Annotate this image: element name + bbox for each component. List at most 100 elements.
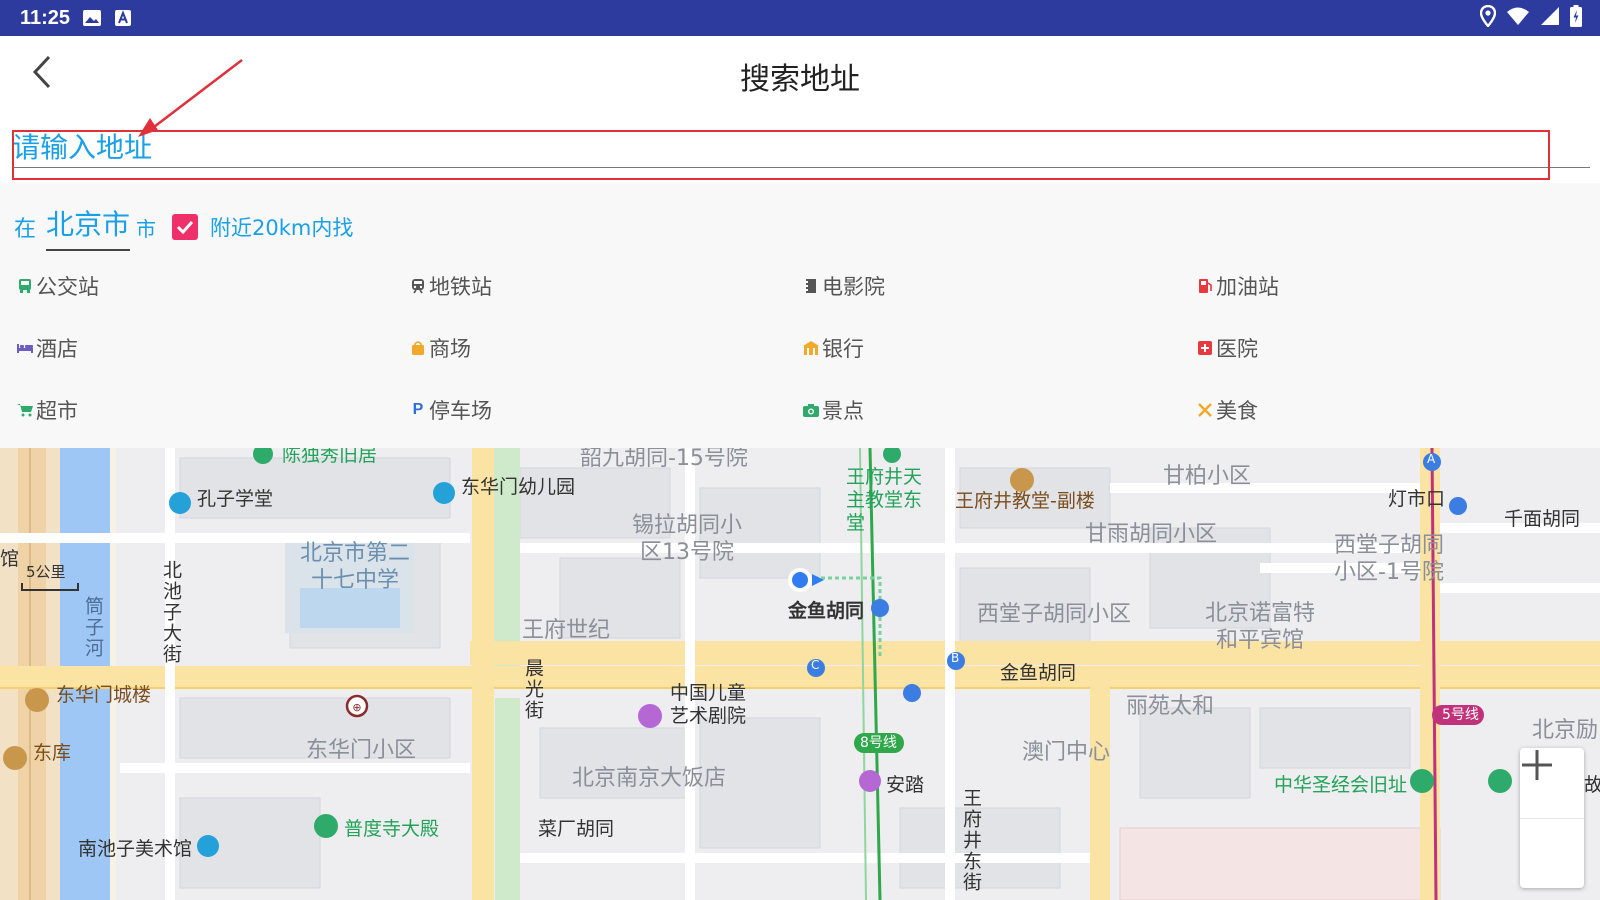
search-filter-panel: 在 北京市 市 附近20km内找 公交站 地铁站 电影院 加油站 酒店 商场 银… <box>0 183 1600 448</box>
nearby-label: 附近20km内找 <box>210 216 354 240</box>
map-label: 丽苑太和 <box>1126 694 1215 719</box>
category-label: 美食 <box>1216 399 1258 423</box>
map-label: 北京励 <box>1532 718 1599 743</box>
category-label: 公交站 <box>36 275 99 299</box>
category-label: 银行 <box>822 337 864 361</box>
signal-icon <box>1540 6 1560 30</box>
category-food[interactable]: 美食 <box>1196 395 1258 425</box>
nearby-checkbox[interactable] <box>172 214 199 240</box>
camera-icon <box>802 401 820 419</box>
category-hotel[interactable]: 酒店 <box>16 333 78 363</box>
page-title: 搜索地址 <box>740 62 860 97</box>
status-bar: 11:25 <box>0 0 1600 36</box>
map-label: 甘柏小区 <box>1163 464 1252 489</box>
category-attraction[interactable]: 景点 <box>802 395 864 425</box>
map-label: 王府井东街 <box>960 788 982 893</box>
category-label: 停车场 <box>429 399 492 423</box>
category-mall[interactable]: 商场 <box>409 333 471 363</box>
map-label: 王府世纪 <box>522 618 611 643</box>
app-notification-icon <box>114 9 132 27</box>
map-label: 西堂子胡同小区 <box>977 602 1132 627</box>
category-label: 超市 <box>36 399 78 423</box>
cart-icon <box>16 401 34 419</box>
map-label: 韶九胡同-15号院 <box>580 448 748 471</box>
hospital-icon <box>1196 339 1214 357</box>
category-parking[interactable]: P 停车场 <box>409 395 492 425</box>
film-icon <box>802 277 820 295</box>
wifi-icon <box>1506 6 1530 30</box>
bus-icon <box>16 277 34 295</box>
fork-knife-icon <box>1196 401 1214 419</box>
map-label: 菜厂胡同 <box>538 818 615 840</box>
location-icon <box>1479 4 1497 31</box>
map-label: 中国儿童艺术剧院 <box>670 682 747 727</box>
map-view[interactable]: ⊕ 陈独秀旧居 韶九胡同-15号院 王府井天主教堂东堂 王府井教堂-副楼 甘柏小… <box>0 448 1600 900</box>
category-hospital[interactable]: 医院 <box>1196 333 1258 363</box>
map-label: 北京诺富特和平宾馆 <box>1204 601 1315 653</box>
category-gas-station[interactable]: 加油站 <box>1196 271 1279 301</box>
bank-icon <box>802 339 820 357</box>
category-label: 医院 <box>1216 337 1258 361</box>
map-label: 陈独秀旧居 <box>282 448 378 466</box>
parking-icon: P <box>412 401 424 418</box>
map-label: 锡拉胡同小区13号院 <box>631 513 742 565</box>
map-label: 南池子美术馆 <box>78 838 193 860</box>
map-label: 千面胡同 <box>1504 508 1581 530</box>
zoom-controls <box>1520 748 1584 888</box>
map-label: 北池子大街 <box>160 560 182 665</box>
map-label: 北京南京大饭店 <box>572 766 727 791</box>
bed-icon <box>16 339 34 357</box>
category-bank[interactable]: 银行 <box>802 333 864 363</box>
zoom-out-button[interactable] <box>1520 763 1584 888</box>
map-label: 澳门中心 <box>1022 740 1111 765</box>
map-canvas: ⊕ <box>0 448 1600 900</box>
search-field-container <box>10 128 1590 176</box>
check-icon <box>176 220 194 234</box>
title-bar: 搜索地址 <box>0 36 1600 110</box>
category-supermarket[interactable]: 超市 <box>16 395 78 425</box>
category-label: 电影院 <box>822 275 885 299</box>
city-selector[interactable]: 北京市 <box>46 203 131 251</box>
map-line-badge: 8号线 <box>860 735 897 751</box>
image-notification-icon <box>82 9 102 27</box>
category-bus-station[interactable]: 公交站 <box>16 271 99 301</box>
map-label: 北京市第二十七中学 <box>299 541 410 593</box>
battery-icon <box>1570 5 1582 31</box>
address-search-input[interactable] <box>12 128 1590 168</box>
map-label: 东华门幼儿园 <box>461 476 576 498</box>
map-label: 东华门小区 <box>306 738 417 763</box>
map-label: 故 <box>1584 774 1600 796</box>
category-cinema[interactable]: 电影院 <box>802 271 885 301</box>
map-label: 西堂子胡同小区-1号院 <box>1333 533 1444 585</box>
map-scale-label: 5公里 <box>26 563 66 581</box>
map-label: 王府井教堂-副楼 <box>955 490 1095 512</box>
shopping-bag-icon <box>409 339 427 357</box>
map-label: 中华圣经会旧址 <box>1274 774 1408 796</box>
map-label: 王府井天主教堂东堂 <box>846 466 923 534</box>
category-label: 加油站 <box>1216 275 1279 299</box>
category-label: 商场 <box>429 337 471 361</box>
svg-text:⊕: ⊕ <box>352 701 361 714</box>
map-marker-a[interactable]: A <box>1427 452 1435 466</box>
status-time: 11:25 <box>20 6 71 29</box>
map-label: 普度寺大殿 <box>344 818 440 840</box>
category-label: 酒店 <box>36 337 78 361</box>
map-current-location-label: 金鱼胡同 <box>788 600 865 622</box>
map-marker-b[interactable]: B <box>951 651 959 665</box>
minus-icon <box>1522 763 1552 767</box>
gas-station-icon <box>1196 277 1214 295</box>
category-subway-station[interactable]: 地铁站 <box>409 271 492 301</box>
category-label: 地铁站 <box>429 275 492 299</box>
map-label: 金鱼胡同 <box>1000 662 1077 684</box>
map-label: 灯市口 <box>1388 488 1446 510</box>
map-label: 筒子河 <box>82 596 104 659</box>
subway-icon <box>409 277 427 295</box>
city-prefix-label: 在 <box>14 217 37 242</box>
city-suffix-label: 市 <box>136 216 157 241</box>
map-marker-c[interactable]: C <box>811 658 819 672</box>
city-filter-row: 在 北京市 市 附近20km内找 <box>14 203 354 251</box>
map-label: 甘雨胡同小区 <box>1085 522 1218 547</box>
map-label: 馆 <box>0 548 20 570</box>
map-label: 东库 <box>33 742 72 764</box>
map-label: 东华门城楼 <box>56 684 152 706</box>
